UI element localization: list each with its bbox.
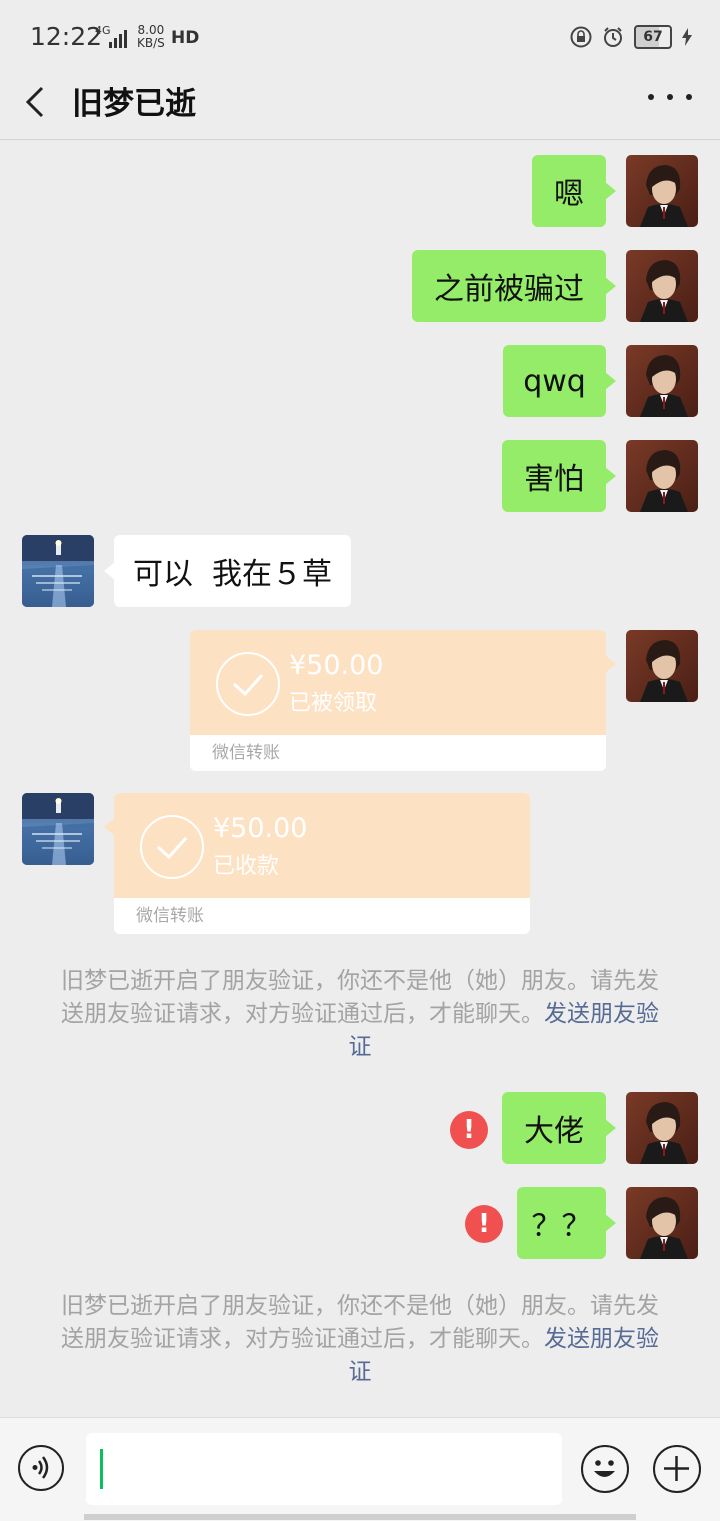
charging-icon <box>682 28 692 46</box>
bottom-indicator <box>84 1514 636 1520</box>
message-text: 可以 我在５草 <box>132 557 333 592</box>
plus-icon <box>664 1456 689 1481</box>
check-circle-icon <box>140 815 204 879</box>
message-bubble-me[interactable]: 嗯 <box>532 155 616 227</box>
transfer-status: 已被领取 <box>289 691 378 716</box>
avatar-me[interactable] <box>626 155 698 227</box>
avatar-me[interactable] <box>626 1187 698 1259</box>
net-speed-unit: KB/S <box>137 36 165 50</box>
emoji-button[interactable] <box>581 1445 629 1493</box>
message-text: qwq <box>523 363 586 399</box>
send-failed-icon[interactable]: ! <box>465 1205 503 1243</box>
battery-icon: 67 <box>634 25 672 49</box>
send-failed-icon[interactable]: ! <box>450 1111 488 1149</box>
message-bubble-contact[interactable]: 可以 我在５草 <box>104 535 351 607</box>
more-functions-button[interactable] <box>653 1445 701 1493</box>
chat-title: 旧梦已逝 <box>72 86 196 122</box>
input-bar <box>0 1417 720 1521</box>
message-text: ？？ <box>531 1209 592 1244</box>
net-speed: 8.00 KB/S <box>137 24 165 50</box>
text-caret <box>100 1449 103 1489</box>
chevron-left-icon <box>25 86 44 118</box>
message-bubble-me[interactable]: 大佬 <box>502 1092 616 1164</box>
avatar-contact[interactable] <box>22 793 94 865</box>
system-message: 旧梦已逝开启了朋友验证，你还不是他（她）朋友。请先发送朋友验证请求，对方验证通过… <box>58 1290 662 1389</box>
transfer-amount: ¥50.00 <box>289 650 384 681</box>
avatar-me[interactable] <box>626 440 698 512</box>
network-indicator: 4G 8.00 KB/S HD <box>95 24 199 52</box>
message-input[interactable] <box>86 1433 562 1505</box>
transfer-amount: ¥50.00 <box>213 813 308 844</box>
system-message: 旧梦已逝开启了朋友验证，你还不是他（她）朋友。请先发送朋友验证请求，对方验证通过… <box>58 965 662 1064</box>
transfer-card-me[interactable]: ¥50.00 已被领取 微信转账 <box>190 630 616 771</box>
alarm-icon <box>604 27 622 47</box>
message-bubble-me[interactable]: qwq <box>503 345 616 417</box>
message-bubble-me[interactable]: 之前被骗过 <box>412 250 616 322</box>
message-bubble-me[interactable]: ？？ <box>517 1187 616 1259</box>
transfer-label: 微信转账 <box>190 735 606 771</box>
avatar-me[interactable] <box>626 345 698 417</box>
transfer-status: 已收款 <box>213 854 280 879</box>
message-text: 嗯 <box>554 177 584 212</box>
message-text: 之前被骗过 <box>434 272 584 307</box>
voice-icon <box>32 1456 49 1479</box>
more-options-button[interactable] <box>648 82 692 112</box>
check-circle-icon <box>216 652 280 716</box>
avatar-me[interactable] <box>626 250 698 322</box>
avatar-me[interactable] <box>626 630 698 702</box>
lock-rotation-icon <box>570 26 592 48</box>
status-bar: 12:22 4G 8.00 KB/S HD 67 <box>0 0 720 72</box>
message-text: 大佬 <box>524 1114 584 1149</box>
status-icons: 67 <box>570 24 692 50</box>
chat-header: 旧梦已逝 <box>0 72 720 140</box>
status-time: 12:22 <box>30 22 103 51</box>
transfer-label: 微信转账 <box>114 898 530 934</box>
message-bubble-me[interactable]: 害怕 <box>502 440 616 512</box>
voice-button[interactable] <box>18 1445 64 1491</box>
avatar-me[interactable] <box>626 1092 698 1164</box>
transfer-card-contact[interactable]: ¥50.00 已收款 微信转账 <box>104 793 530 934</box>
signal-icon <box>109 30 127 48</box>
more-dots-icon <box>648 94 654 100</box>
emoji-icon <box>594 1460 615 1477</box>
message-text: 害怕 <box>524 462 584 497</box>
back-button[interactable] <box>18 78 58 126</box>
hd-call-icon: HD <box>171 28 200 48</box>
avatar-contact[interactable] <box>22 535 94 607</box>
